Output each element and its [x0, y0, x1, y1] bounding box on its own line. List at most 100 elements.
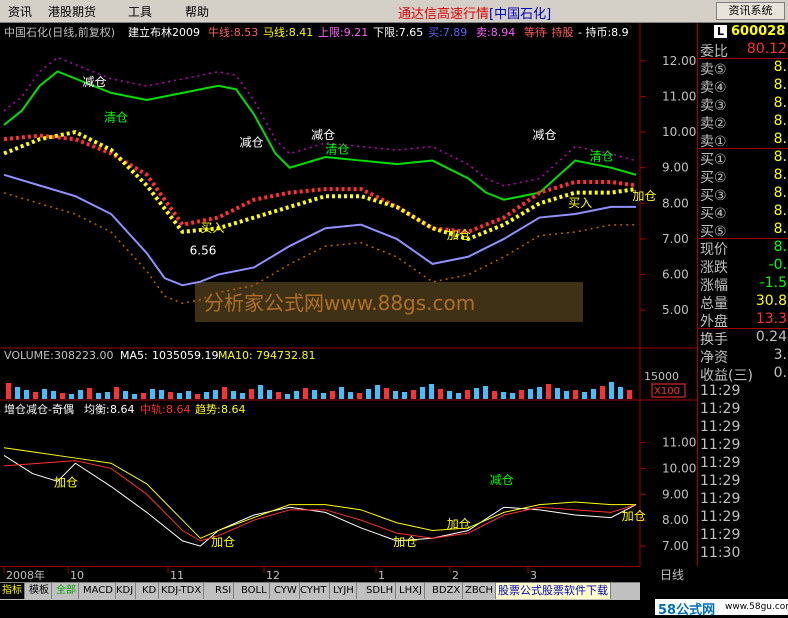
tab-kdj[interactable]: KDJ [114, 583, 137, 599]
watermark-text: 分析家公式网www.88gs.com [204, 291, 475, 315]
menu-item-hk-futures[interactable]: 港股期货 [48, 3, 96, 20]
main-annotation-0: 减仓 [83, 75, 107, 89]
volume-bar-7 [69, 394, 74, 399]
quote-value: 80.12 [746, 41, 787, 57]
volume-bar-13 [123, 391, 128, 399]
quote-label: 卖④ [700, 80, 727, 96]
volume-bar-46 [420, 387, 425, 399]
tab-模板[interactable]: 模板 [27, 583, 52, 599]
tick-time-label: 11:30 [700, 545, 741, 561]
quote-value: 13.3 [755, 311, 787, 327]
quote-value: 0.24 [755, 329, 787, 345]
menu-item-help[interactable]: 帮助 [185, 3, 209, 20]
tab-kd[interactable]: KD [140, 583, 160, 599]
quote-label: 涨跌 [700, 260, 728, 276]
site-logo-text: 58公式网 [658, 603, 716, 618]
tab-rsi[interactable]: RSI [213, 583, 235, 599]
tick-time-label: 11:29 [700, 383, 741, 399]
main-annotation-11: 加仓 [632, 189, 656, 203]
tab-cyht[interactable]: CYHT [298, 583, 330, 599]
quote-value: 8. [773, 221, 787, 237]
volume-ma5-label: MA5: [120, 349, 148, 362]
tab-sdlh[interactable]: SDLH [364, 583, 397, 599]
volume-bar-58 [528, 389, 533, 399]
main-annotation-5: 减仓 [311, 128, 335, 142]
site-logo-url: www.58gu.com [725, 602, 788, 612]
quote-panel: L 600028 委比 80.12 卖⑤ 8. 卖④ 8. 卖③ 8. 卖② 8. 卖① 8. 买① 8.… [697, 23, 788, 566]
main-y-tick-1: 11.00 [662, 89, 696, 103]
main-annotation-1: 清仓 [104, 110, 128, 124]
param-1: 马线:8.41 [263, 25, 313, 39]
quote-row: 委比 80.12 [698, 41, 788, 60]
volume-value: 308223.00 [54, 349, 114, 362]
volume-bar-23 [213, 390, 218, 399]
volume-bar-14 [132, 394, 137, 399]
menu-item-news[interactable]: 资讯 [8, 3, 32, 20]
volume-bar-40 [366, 389, 371, 399]
volume-bar-27 [249, 389, 254, 399]
indicator-params: 牛线:8.53 马线:8.41 上限:9.21 下限:7.65 买:7.89 卖:8.94… [208, 25, 629, 39]
sub-y-tick-2: 9.00 [662, 487, 689, 501]
promo-link[interactable]: 股票公式股票软件下载 [496, 583, 611, 599]
volume-bar-17 [159, 390, 164, 399]
time-label-5: 2 [452, 569, 459, 582]
volume-bar-19 [177, 393, 182, 399]
quote-value: 8. [773, 185, 787, 201]
tab-macd[interactable]: MACD [81, 583, 116, 599]
main-annotation-10: 买入 [568, 196, 592, 210]
tab-zbch[interactable]: ZBCH [463, 583, 497, 599]
tab-lhxj[interactable]: LHXJ [397, 583, 425, 599]
volume-bar-55 [501, 392, 506, 399]
sub-trend-label: 趋势: [195, 403, 221, 416]
quote-value: 8. [773, 149, 787, 165]
main-annotation-4: 减仓 [240, 135, 264, 149]
volume-bar-22 [204, 392, 209, 399]
stock-chart[interactable]: 中国石化(日线,前复权) 建立布林2009 牛线:8.53 马线:8.41 上限:9… [0, 23, 697, 566]
quote-row: 卖③ 8. [698, 95, 788, 114]
quote-row: 涨幅 -1.5 [698, 275, 788, 294]
time-label-0: 2008年 [6, 568, 45, 582]
tab-bdzx[interactable]: BDZX [430, 583, 464, 599]
volume-ma5: 1035059.19 [152, 349, 218, 362]
tab-cyw[interactable]: CYW [272, 583, 300, 599]
tick-time-label: 11:29 [700, 491, 741, 507]
param-0: 牛线:8.53 [208, 25, 258, 39]
quote-value: 8. [773, 131, 787, 147]
tab-lyjh[interactable]: LYJH [331, 583, 357, 599]
time-label-1: 10 [70, 569, 84, 582]
volume-label: VOLUME: [4, 349, 54, 362]
quote-value: 8. [773, 59, 787, 75]
stock-code: 600028 [731, 24, 786, 39]
quote-value: 8. [773, 113, 787, 129]
sub-mid-label: 中轨: [140, 402, 166, 416]
tab-全部[interactable]: 全部 [54, 583, 79, 599]
volume-bar-24 [222, 387, 227, 399]
info-system-button[interactable]: 资讯系统 [716, 2, 785, 20]
quote-row: 买① 8. [698, 149, 788, 168]
volume-bar-16 [150, 389, 155, 399]
period-label[interactable]: 日线 [660, 566, 684, 583]
param-6: 等待 [524, 25, 546, 39]
volume-bar-33 [303, 388, 308, 399]
volume-bar-49 [447, 391, 452, 399]
app-title-prefix: 通达信高速行情 [398, 7, 490, 22]
quote-value: -1.5 [759, 275, 787, 291]
main-annotation-3: 6.56 [190, 244, 217, 258]
quote-row: 总量 30.8 [698, 293, 788, 312]
menu-item-tools[interactable]: 工具 [128, 3, 152, 20]
volume-axis-label: 15000 [644, 370, 679, 383]
volume-bar-37 [339, 387, 344, 399]
quote-value: 3. [773, 347, 787, 363]
tick-time: 11:29 [698, 509, 788, 527]
tab-指标[interactable]: 指标 [0, 583, 25, 599]
quote-label: 收益(三) [700, 368, 753, 384]
volume-bar-34 [312, 390, 317, 399]
tab-boll[interactable]: BOLL [239, 583, 270, 599]
main-annotation-6: 清仓 [325, 142, 349, 156]
param-7: - 持股 [544, 25, 573, 39]
tab-kdj-tdx[interactable]: KDJ-TDX [159, 583, 205, 599]
sub-balance-label: 均衡: [84, 403, 110, 416]
volume-bar-57 [519, 390, 524, 399]
tick-time: 11:29 [698, 401, 788, 419]
time-label-3: 12 [266, 569, 280, 582]
